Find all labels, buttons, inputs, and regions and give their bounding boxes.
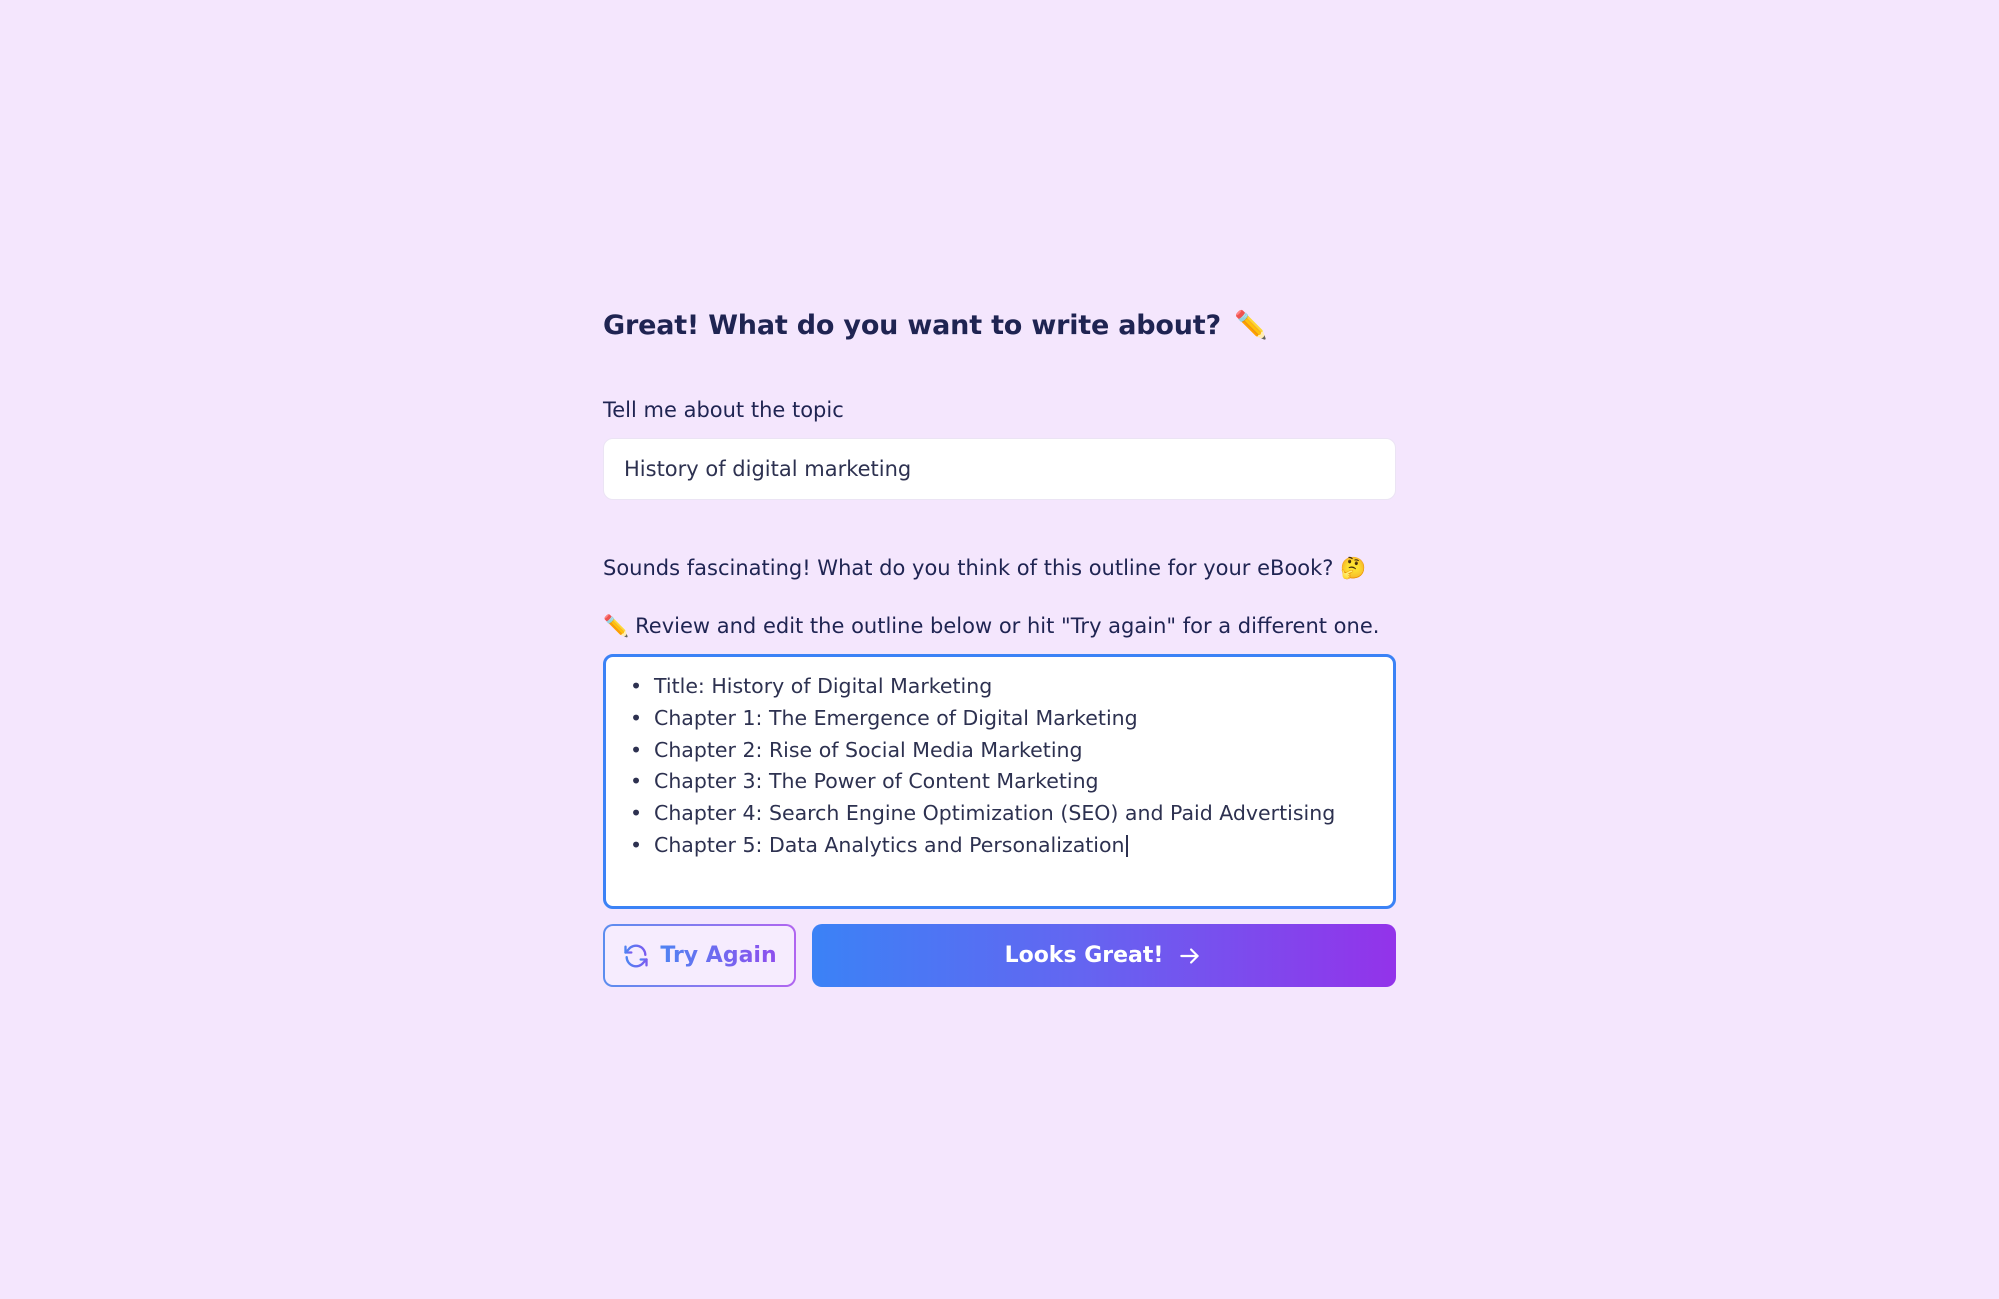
bullet-icon: •: [629, 674, 643, 698]
try-again-button[interactable]: Try Again: [603, 924, 796, 987]
page-title-text: Great! What do you want to write about?: [603, 310, 1221, 341]
outline-item-text: Chapter 1: The Emergence of Digital Mark…: [654, 705, 1138, 730]
outline-item: • Chapter 4: Search Engine Optimization (…: [626, 798, 1373, 830]
topic-label: Tell me about the topic: [603, 398, 844, 422]
looks-great-button[interactable]: Looks Great!: [812, 924, 1396, 987]
pencil-icon: ✏️: [1234, 310, 1268, 341]
bullet-icon: •: [629, 769, 643, 794]
outline-editor[interactable]: • Title: History of Digital Marketing • Ch…: [603, 654, 1396, 909]
try-again-label: Try Again: [660, 943, 777, 968]
outline-item: • Chapter 3: The Power of Content Marketi…: [626, 766, 1373, 798]
outline-list: • Title: History of Digital Marketing • Ch…: [626, 671, 1373, 862]
bullet-icon: •: [629, 832, 643, 857]
arrow-right-icon: [1177, 943, 1203, 969]
bullet-icon: •: [629, 705, 643, 730]
outline-item: • Chapter 2: Rise of Social Media Marketi…: [626, 735, 1373, 767]
outline-item-text: Chapter 2: Rise of Social Media Marketin…: [654, 737, 1083, 762]
outline-item-text: Chapter 4: Search Engine Optimization (S…: [654, 801, 1336, 826]
bullet-icon: •: [629, 801, 643, 826]
review-instruction: ✏️ Review and edit the outline below or h…: [603, 614, 1379, 639]
topic-input[interactable]: [603, 438, 1396, 500]
outline-item-text: Chapter 3: The Power of Content Marketin…: [654, 769, 1099, 794]
outline-item: • Chapter 5: Data Analytics and Personali…: [626, 830, 1373, 862]
text-caret: [1125, 834, 1128, 857]
outline-item-text: Chapter 5: Data Analytics and Personaliz…: [654, 832, 1125, 857]
assistant-message: Sounds fascinating! What do you think of…: [603, 556, 1367, 580]
looks-great-label: Looks Great!: [1004, 943, 1164, 968]
page-title: Great! What do you want to write about? …: [603, 309, 1268, 341]
outline-item-text: Title: History of Digital Marketing: [654, 674, 993, 698]
review-instruction-text: Review and edit the outline below or hit…: [635, 614, 1380, 638]
refresh-icon: [622, 942, 650, 970]
outline-item: • Title: History of Digital Marketing: [626, 671, 1373, 703]
pencil-icon: ✏️: [603, 614, 630, 638]
outline-item: • Chapter 1: The Emergence of Digital Mar…: [626, 703, 1373, 735]
bullet-icon: •: [629, 737, 643, 762]
